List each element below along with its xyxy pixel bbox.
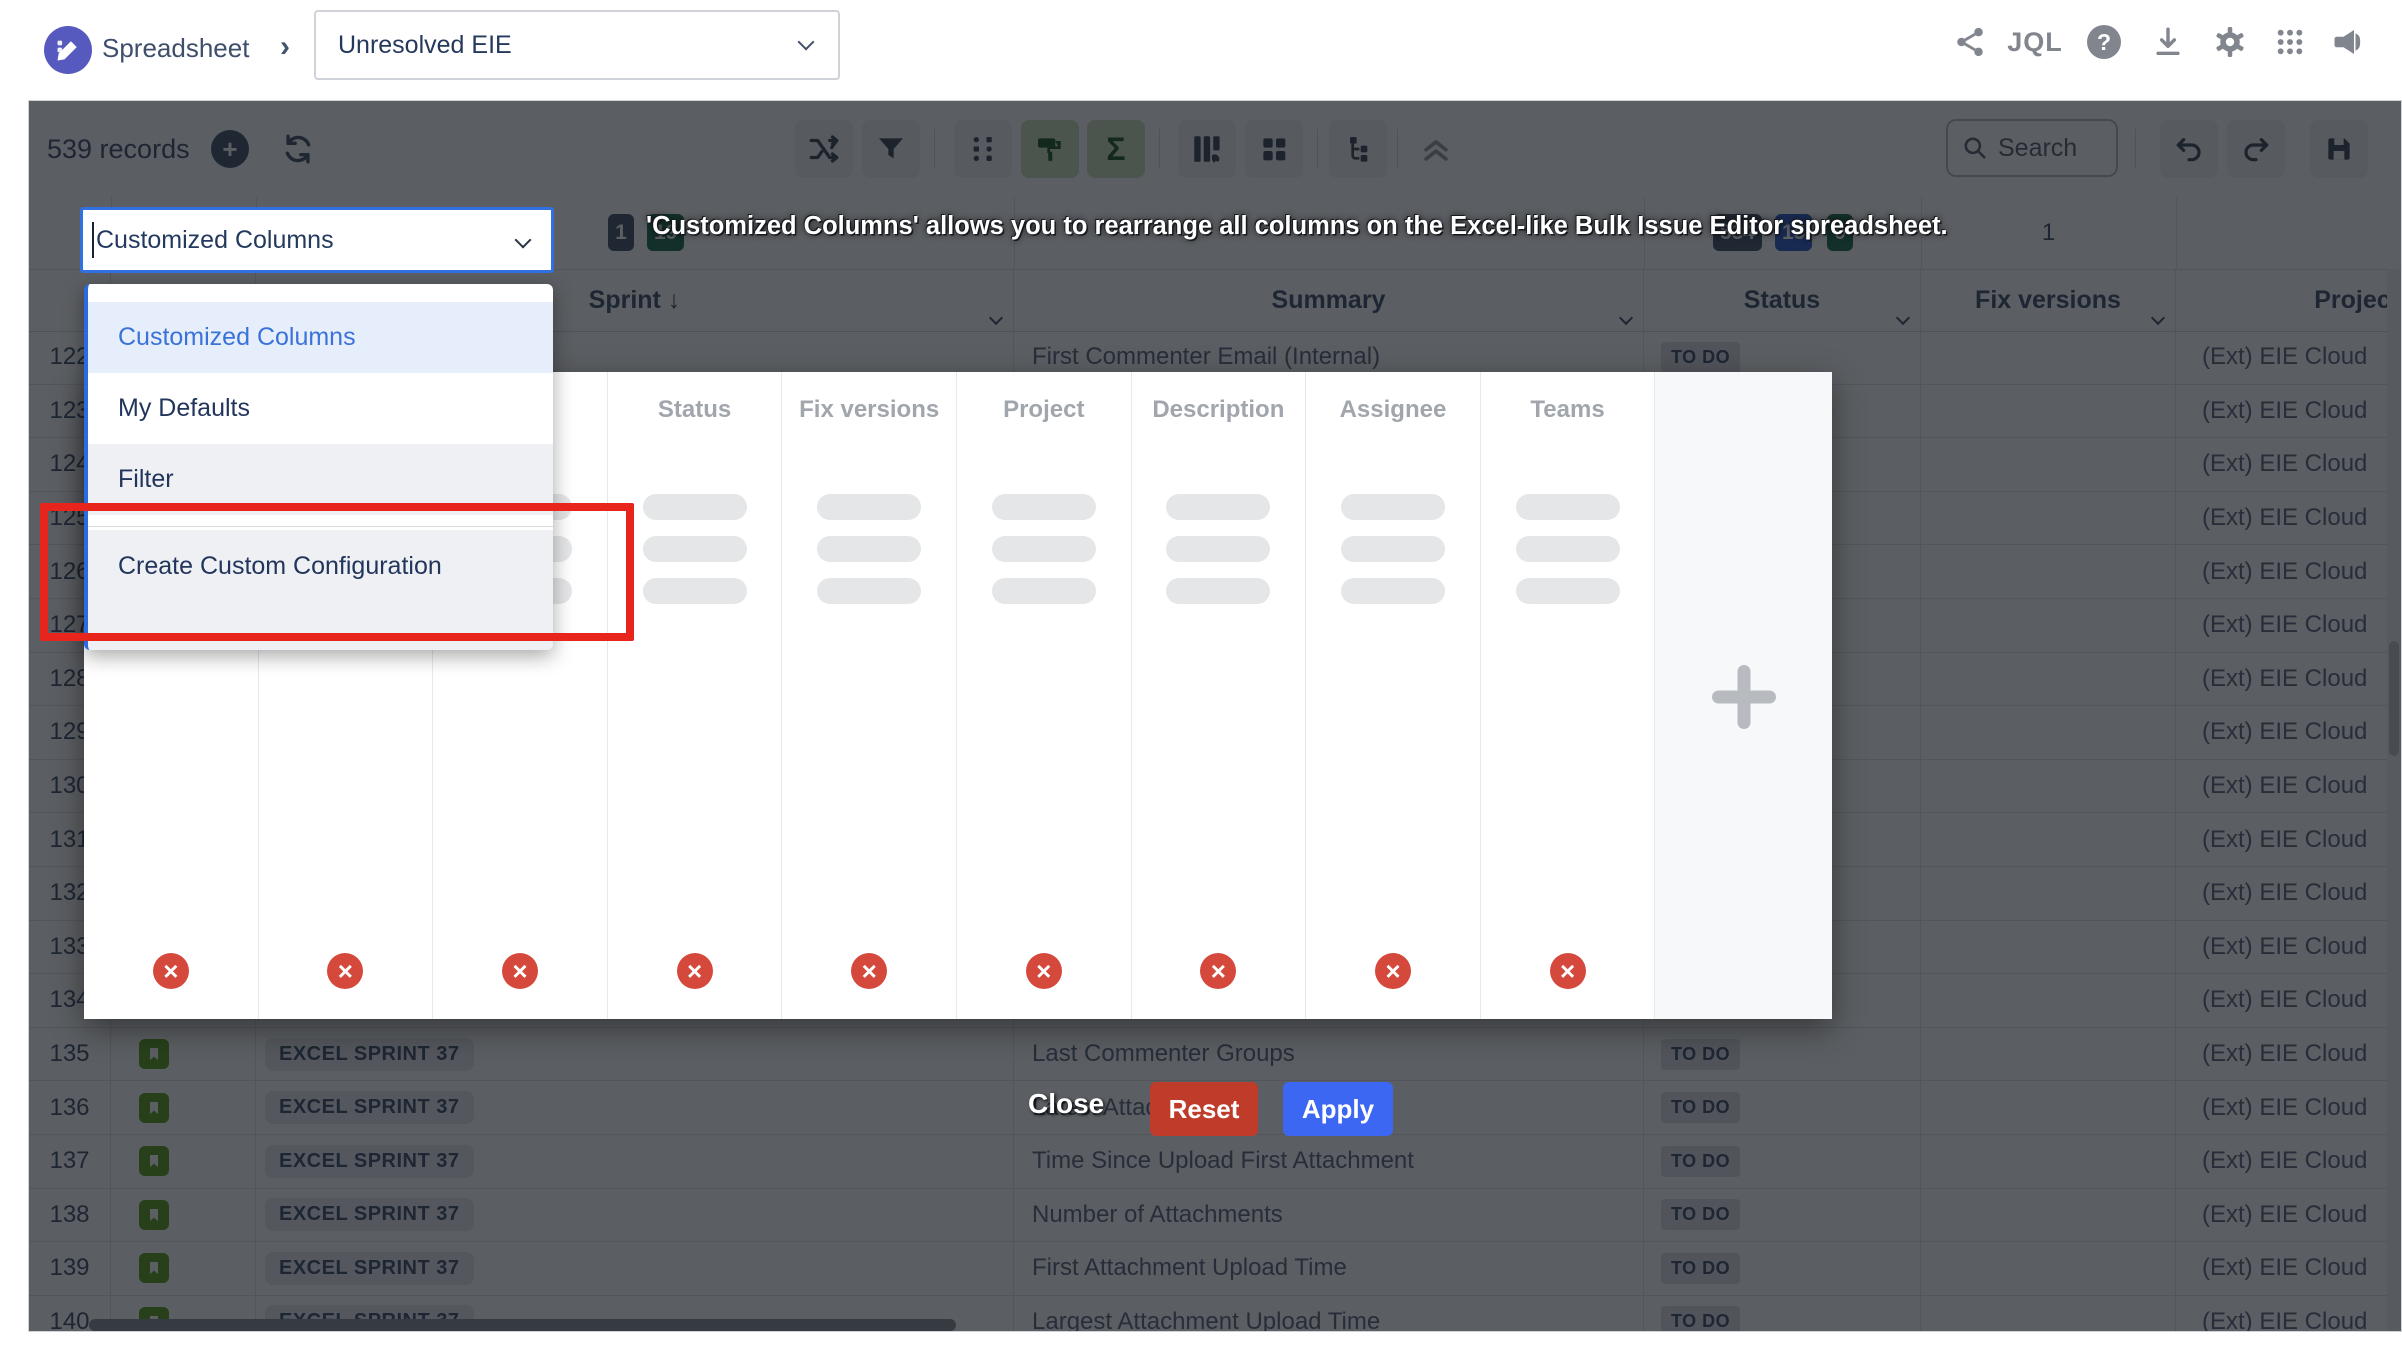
remove-column-icon[interactable]: × [1200,953,1236,989]
skeleton-pills [957,494,1131,604]
megaphone-icon[interactable] [2328,22,2368,62]
apply-button[interactable]: Apply [1283,1082,1393,1136]
modal-column-header: Fix versions [782,372,956,430]
apps-grid-icon[interactable] [2270,22,2310,62]
help-icon[interactable]: ? [2084,22,2124,62]
modal-column[interactable]: Teams × [1481,372,1656,1019]
menu-item-customized-columns[interactable]: Customized Columns [88,302,553,373]
app-title: Spreadsheet [102,33,249,64]
skeleton-pills [1481,494,1655,604]
modal-column[interactable]: Assignee × [1306,372,1481,1019]
skeleton-pills [1132,494,1306,604]
skeleton-pills [782,494,956,604]
chevron-down-icon [798,34,815,51]
remove-column-icon[interactable]: × [1375,953,1411,989]
breadcrumb-chevron-icon: › [280,30,290,64]
menu-item-create-custom-configuration[interactable]: Create Custom Configuration [88,530,553,650]
configuration-dropdown-value: Customized Columns [96,226,334,255]
remove-column-icon[interactable]: × [677,953,713,989]
reset-button[interactable]: Reset [1150,1082,1258,1136]
remove-column-icon[interactable]: × [502,953,538,989]
share-icon[interactable] [1950,22,1990,62]
add-column-area[interactable] [1655,372,1832,1019]
text-cursor [92,222,94,258]
configuration-dropdown-input[interactable]: Customized Columns [80,207,554,273]
jql-button[interactable]: JQL [2004,22,2066,62]
skeleton-pills [608,494,782,604]
app-logo-icon[interactable] [44,26,92,74]
settings-gear-icon[interactable] [2210,22,2250,62]
menu-item-filter[interactable]: Filter [88,444,553,515]
modal-column-header: Description [1132,372,1306,430]
tooltip-text: 'Customized Columns' allows you to rearr… [646,212,1948,241]
chevron-down-icon [515,232,532,249]
modal-column-header: Assignee [1306,372,1480,430]
remove-column-icon[interactable]: × [327,953,363,989]
plus-icon [1737,665,1750,729]
view-selector-dropdown[interactable]: Unresolved EIE [314,10,840,80]
skeleton-pills [1306,494,1480,604]
modal-column[interactable]: Fix versions × [782,372,957,1019]
download-icon[interactable] [2148,22,2188,62]
view-selector-value: Unresolved EIE [338,31,512,60]
menu-divider [88,526,553,527]
modal-column-header: Project [957,372,1131,430]
remove-column-icon[interactable]: × [1550,953,1586,989]
modal-column-header: Status [608,372,782,430]
modal-column[interactable]: Status × [608,372,783,1019]
menu-item-my-defaults[interactable]: My Defaults [88,373,553,444]
remove-column-icon[interactable]: × [153,953,189,989]
remove-column-icon[interactable]: × [851,953,887,989]
configuration-dropdown-menu: Customized Columns My Defaults Filter Cr… [84,284,553,650]
page: Spreadsheet › Unresolved EIE JQL ? 539 r… [0,0,2402,1359]
remove-column-icon[interactable]: × [1026,953,1062,989]
modal-column-header: Teams [1481,372,1655,430]
close-button[interactable]: Close [1028,1088,1104,1120]
modal-column[interactable]: Description × [1132,372,1307,1019]
top-navigation-bar: Spreadsheet › Unresolved EIE JQL ? [0,0,2402,100]
modal-column[interactable]: Project × [957,372,1132,1019]
